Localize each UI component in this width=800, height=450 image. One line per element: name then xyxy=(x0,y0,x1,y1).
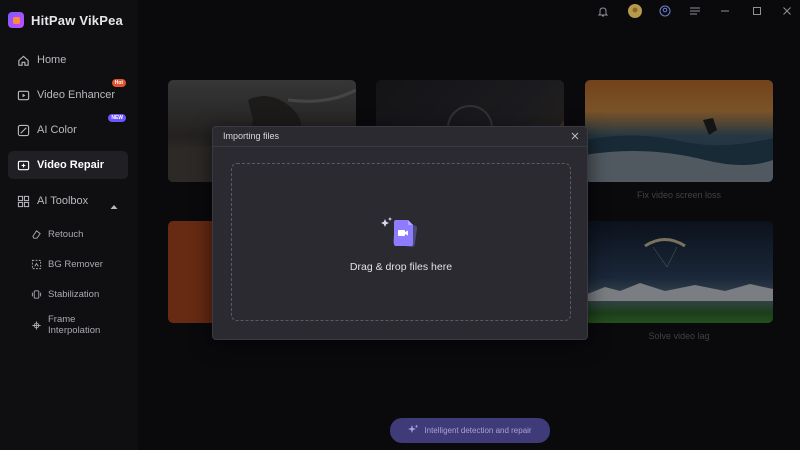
sidebar-subitem-bg-remover[interactable]: BG Remover xyxy=(30,258,103,270)
home-icon xyxy=(16,53,30,67)
detect-button-label: Intelligent detection and repair xyxy=(424,426,532,435)
eraser-icon xyxy=(30,228,42,240)
close-icon[interactable] xyxy=(780,4,794,18)
ai-color-icon xyxy=(16,123,30,137)
brand: HitPaw VikPea xyxy=(8,12,123,28)
dialog-title: Importing files xyxy=(223,131,280,141)
frame-interpolation-icon xyxy=(30,319,42,331)
user-circle-icon[interactable] xyxy=(658,4,672,18)
bg-remover-icon xyxy=(30,258,42,270)
sidebar-subitem-label: BG Remover xyxy=(48,258,103,270)
sidebar-subitem-label: Retouch xyxy=(48,228,84,240)
app-logo-icon xyxy=(8,12,24,28)
sidebar-item-ai-toolbox[interactable]: AI Toolbox xyxy=(8,187,128,215)
sidebar-item-label: Video Enhancer xyxy=(37,89,116,101)
new-badge: NEW xyxy=(108,114,126,122)
ai-toolbox-icon xyxy=(16,194,30,208)
bell-icon[interactable] xyxy=(596,4,610,18)
dropzone-label: Drag & drop files here xyxy=(349,261,453,273)
sidebar-item-home[interactable]: Home xyxy=(8,46,128,74)
sidebar-item-label: AI Toolbox xyxy=(37,195,89,207)
chevron-up-icon[interactable] xyxy=(110,197,118,215)
import-dialog: Importing files Drag & drop files here xyxy=(212,126,588,340)
dialog-header: Importing files xyxy=(213,127,587,147)
menu-icon[interactable] xyxy=(688,4,702,18)
sidebar-subitem-label: Stabilization xyxy=(48,288,100,300)
sidebar-subitem-frame-interpolation[interactable]: Frame Interpolation xyxy=(30,314,110,336)
sidebar-item-video-repair[interactable]: Video Repair xyxy=(8,151,128,179)
sidebar-item-label: Home xyxy=(37,54,67,66)
video-file-icon xyxy=(379,215,423,249)
app-name: HitPaw VikPea xyxy=(31,12,123,28)
stabilization-icon xyxy=(30,288,42,300)
sidebar-item-label: AI Color xyxy=(37,124,77,136)
dialog-close-button[interactable] xyxy=(569,130,581,142)
sidebar-item-ai-color[interactable]: AI Color NEW xyxy=(8,114,128,144)
video-repair-icon xyxy=(16,158,30,172)
maximize-icon[interactable] xyxy=(750,4,764,18)
avatar[interactable] xyxy=(628,4,642,18)
sidebar-item-video-enhancer[interactable]: Video Enhancer Hot xyxy=(8,79,128,109)
video-enhancer-icon xyxy=(16,88,30,102)
file-dropzone[interactable]: Drag & drop files here xyxy=(231,163,571,321)
sidebar-subitem-stabilization[interactable]: Stabilization xyxy=(30,288,99,300)
sparkle-icon xyxy=(408,422,419,440)
sidebar-item-label: Video Repair xyxy=(37,159,105,171)
minimize-icon[interactable] xyxy=(718,4,732,18)
hot-badge: Hot xyxy=(111,79,126,87)
sidebar-subitem-retouch[interactable]: Retouch xyxy=(30,228,83,240)
intelligent-detection-button[interactable]: Intelligent detection and repair xyxy=(390,418,550,443)
sidebar: HitPaw VikPea Home Video Enhancer Hot AI… xyxy=(0,0,138,450)
sidebar-subitem-label: Frame Interpolation xyxy=(48,314,101,336)
